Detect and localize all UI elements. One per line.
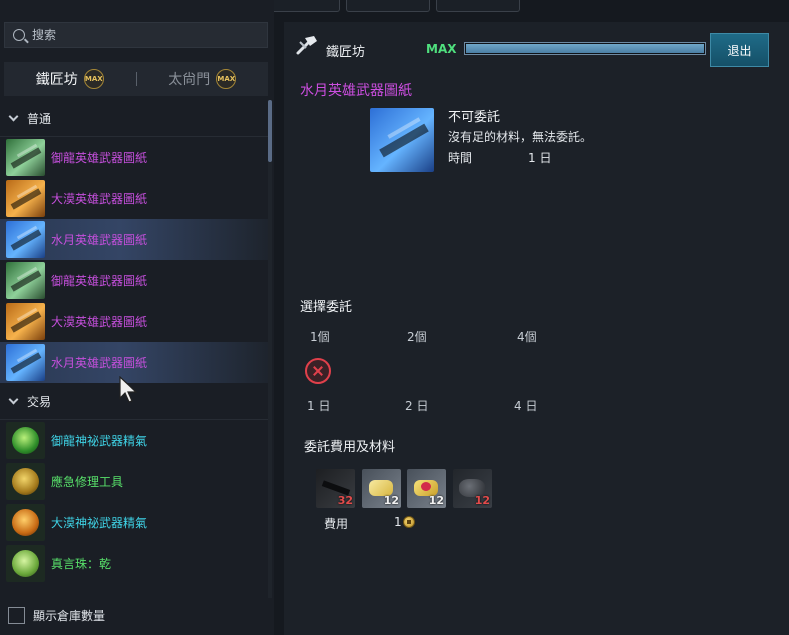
recipe-name: 御龍英雄武器圖紙 xyxy=(51,151,148,165)
recipe-list-item[interactable]: 應急修理工具 xyxy=(0,461,268,502)
category-label: 普通 xyxy=(27,111,52,126)
recipe-list-item[interactable]: 御龍神祕武器精氣 xyxy=(0,420,268,461)
hammer-tool-icon xyxy=(6,463,45,500)
top-tab-stub-3[interactable] xyxy=(436,0,520,12)
max-badge: MAX xyxy=(216,69,237,89)
option-qty-1[interactable]: 1個 xyxy=(310,328,330,345)
max-level-label: MAX xyxy=(426,42,457,56)
recipe-name: 應急修理工具 xyxy=(51,475,124,489)
tab-taishang[interactable]: 太尙門 MAX xyxy=(137,69,269,89)
option-qty-4[interactable]: 4個 xyxy=(517,328,537,345)
chevron-down-icon xyxy=(8,111,19,121)
recipe-name: 御龍英雄武器圖紙 xyxy=(51,274,148,288)
search-box[interactable] xyxy=(4,22,268,48)
fee-value: 1 xyxy=(394,515,402,529)
recipe-name: 水月英雄武器圖紙 xyxy=(51,356,148,370)
stone-pile-icon[interactable]: 12 xyxy=(453,469,492,508)
detail-header: 鐵匠坊 MAX 退出 xyxy=(284,22,789,68)
fee-label: 費用 xyxy=(324,517,349,531)
recipe-list-item[interactable]: 真言珠：乾 xyxy=(0,543,268,584)
scrollbar-thumb[interactable] xyxy=(268,100,272,162)
recipe-name: 水月英雄武器圖紙 xyxy=(51,233,148,247)
green-orb-icon xyxy=(6,422,45,459)
recipe-list-item[interactable]: 御龍英雄武器圖紙 xyxy=(0,260,268,301)
recipe-list-item[interactable]: 水月英雄武器圖紙 xyxy=(0,219,268,260)
recipe-list-item[interactable]: 大漠英雄武器圖紙 xyxy=(0,178,268,219)
orange-scroll-icon xyxy=(6,180,45,217)
blacksmith-hammer-icon xyxy=(296,36,317,55)
blue-scroll-icon xyxy=(6,344,45,381)
progress-fill xyxy=(466,44,704,53)
cost-materials-title: 委託費用及材料 xyxy=(304,440,396,455)
green-bead-icon xyxy=(6,545,45,582)
workshop-tabs: 鐵匠坊 MAX 太尙門 MAX xyxy=(4,62,268,96)
material-qty: 12 xyxy=(428,494,444,507)
recipe-name: 大漠英雄武器圖紙 xyxy=(51,315,148,329)
orange-orb-icon xyxy=(6,504,45,541)
green-scroll-icon xyxy=(6,139,45,176)
recipe-list: 普通御龍英雄武器圖紙 大漠英雄武器圖紙 水月英雄武器圖紙 御龍英雄武器圖紙 大漠英雄武器… xyxy=(0,100,268,598)
show-stock-toggle[interactable]: 顯示倉庫數量 xyxy=(8,607,105,624)
dark-ingot-icon[interactable]: 32 xyxy=(316,469,355,508)
mouse-cursor-icon xyxy=(119,376,138,403)
recipe-list-item[interactable]: 御龍英雄武器圖紙 xyxy=(0,137,268,178)
recipe-name: 御龍神祕武器精氣 xyxy=(51,434,148,448)
max-badge: MAX xyxy=(83,69,104,89)
blue-scroll-icon xyxy=(370,108,434,172)
material-qty: 32 xyxy=(337,494,353,507)
workshop-progress-bar xyxy=(464,42,706,55)
unavailable-x-icon[interactable] xyxy=(305,358,331,384)
commission-status: 不可委託 xyxy=(448,110,501,125)
recipe-name: 大漠神祕武器精氣 xyxy=(51,516,148,530)
tab-taishang-label: 太尙門 xyxy=(168,72,211,88)
recipe-name: 真言珠：乾 xyxy=(51,557,112,571)
option-days-4: 4 日 xyxy=(514,399,538,413)
list-scrollbar[interactable] xyxy=(268,100,272,598)
commission-status-desc: 沒有足的材料，無法委託。 xyxy=(448,130,593,144)
category-header[interactable]: 普通 xyxy=(0,100,268,137)
show-stock-label: 顯示倉庫數量 xyxy=(33,609,106,623)
selected-item-name: 水月英雄武器圖紙 xyxy=(300,83,412,99)
option-days-1: 1 日 xyxy=(307,399,331,413)
tab-blacksmith[interactable]: 鐵匠坊 MAX xyxy=(4,69,136,89)
green-scroll-icon xyxy=(6,262,45,299)
search-icon xyxy=(13,29,25,41)
material-qty: 12 xyxy=(474,494,490,507)
option-days-2: 2 日 xyxy=(405,399,429,413)
time-label: 時間 xyxy=(448,151,473,165)
option-qty-2[interactable]: 2個 xyxy=(407,328,427,345)
workshop-title: 鐵匠坊 xyxy=(326,45,366,60)
recipe-name: 大漠英雄武器圖紙 xyxy=(51,192,148,206)
recipe-list-item[interactable]: 大漠神祕武器精氣 xyxy=(0,502,268,543)
tab-blacksmith-label: 鐵匠坊 xyxy=(35,72,78,88)
time-value: 1 日 xyxy=(528,151,552,165)
orange-scroll-icon xyxy=(6,303,45,340)
search-input[interactable] xyxy=(32,28,252,42)
recipe-list-panel: 鐵匠坊 MAX 太尙門 MAX 普通御龍英雄武器圖紙大漠英雄武器圖紙水月英雄武器… xyxy=(0,0,274,635)
material-qty: 12 xyxy=(383,494,399,507)
top-tab-stub-2[interactable] xyxy=(346,0,430,12)
gold-pouch-icon[interactable]: 12 xyxy=(362,469,401,508)
red-gem-pouch-icon[interactable]: 12 xyxy=(407,469,446,508)
category-label: 交易 xyxy=(27,394,52,409)
recipe-list-item[interactable]: 大漠英雄武器圖紙 xyxy=(0,301,268,342)
show-stock-checkbox[interactable] xyxy=(8,607,25,624)
choose-commission-title: 選擇委託 xyxy=(300,300,353,315)
chevron-down-icon xyxy=(8,394,19,404)
blue-scroll-icon xyxy=(6,221,45,258)
commission-detail-panel: 鐵匠坊 MAX 退出 水月英雄武器圖紙 不可委託 沒有足的材料，無法委託。 時間… xyxy=(284,22,789,635)
coin-icon xyxy=(403,516,415,528)
exit-button[interactable]: 退出 xyxy=(710,33,769,67)
